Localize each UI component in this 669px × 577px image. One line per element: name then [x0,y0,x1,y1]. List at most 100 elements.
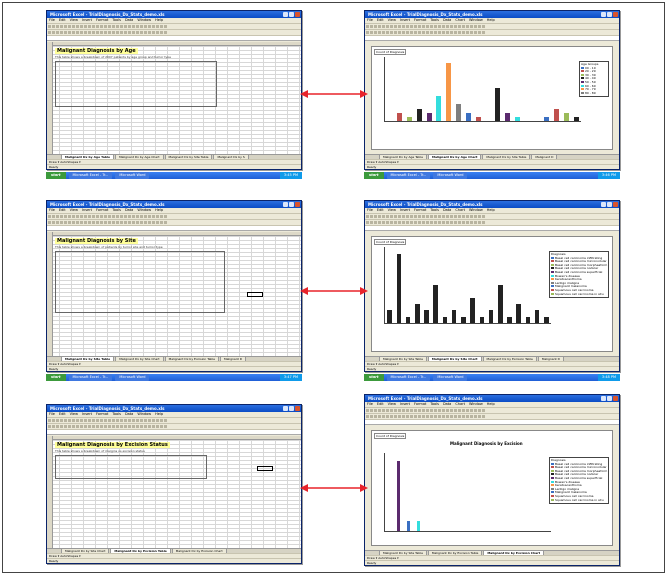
toolbar-button-icon[interactable] [136,215,139,218]
toolbar-button-icon[interactable] [60,221,63,224]
worksheet-grid[interactable]: Malignant Diagnosis by Age This table sho… [47,42,301,154]
formula-bar[interactable] [365,226,619,231]
toolbar-button-icon[interactable] [442,415,445,418]
toolbar-button-icon[interactable] [116,215,119,218]
toolbar-button-icon[interactable] [96,221,99,224]
toolbar-button-icon[interactable] [466,31,469,34]
toolbar-button-icon[interactable] [382,409,385,412]
chart-bar[interactable] [397,460,400,531]
close-icon[interactable] [613,12,618,17]
toolbar-button-icon[interactable] [72,215,75,218]
toolbar-button-icon[interactable] [390,221,393,224]
toolbar-button-icon[interactable] [478,409,481,412]
toolbar-button-icon[interactable] [112,25,115,28]
toolbar-button-icon[interactable] [386,25,389,28]
toolbar-button-icon[interactable] [56,215,59,218]
toolbar-button-icon[interactable] [466,415,469,418]
toolbar-button-icon[interactable] [414,415,417,418]
toolbar-button-icon[interactable] [402,415,405,418]
menu-item-edit[interactable]: Edit [377,18,384,22]
toolbar-button-icon[interactable] [160,221,163,224]
toolbar-button-icon[interactable] [434,415,437,418]
toolbar-button-icon[interactable] [144,419,147,422]
toolbar-button-icon[interactable] [104,215,107,218]
toolbar-button-icon[interactable] [462,409,465,412]
toolbar-button-icon[interactable] [426,25,429,28]
toolbar-button-icon[interactable] [112,221,115,224]
menu-item-help[interactable]: Help [487,208,495,212]
toolbar-button-icon[interactable] [478,31,481,34]
menu-item-format[interactable]: Format [414,18,426,22]
toolbar-button-icon[interactable] [482,221,485,224]
menu-item-help[interactable]: Help [155,208,163,212]
toolbar-button-icon[interactable] [466,25,469,28]
toolbar-button-icon[interactable] [80,215,83,218]
toolbar-button-icon[interactable] [430,415,433,418]
toolbar-button-icon[interactable] [156,419,159,422]
chart-bar[interactable] [387,310,392,323]
toolbar-button-icon[interactable] [422,415,425,418]
formula-bar[interactable] [365,36,619,41]
selected-cell[interactable] [257,466,273,471]
toolbar-button-icon[interactable] [390,409,393,412]
taskbar-task[interactable]: Microsoft Word [433,172,468,179]
menu-item-file[interactable]: File [367,402,373,406]
maximize-icon[interactable] [289,406,294,411]
toolbar-button-icon[interactable] [96,419,99,422]
toolbar-button-icon[interactable] [140,419,143,422]
toolbar-button-icon[interactable] [446,409,449,412]
toolbar-button-icon[interactable] [120,31,123,34]
toolbar-button-icon[interactable] [84,25,87,28]
toolbar-button-icon[interactable] [474,215,477,218]
start-button[interactable]: start [364,374,384,381]
toolbar-button-icon[interactable] [422,215,425,218]
menu-item-chart[interactable]: Chart [455,208,465,212]
toolbar-button-icon[interactable] [60,25,63,28]
toolbar-button-icon[interactable] [68,419,71,422]
toolbar-button-icon[interactable] [394,221,397,224]
window-title-bar[interactable]: Microsoft Excel - TrialDiagnosis_Dx_Stat… [47,201,301,208]
toolbar-button-icon[interactable] [370,31,373,34]
toolbar-button-icon[interactable] [136,221,139,224]
toolbar-button-icon[interactable] [152,221,155,224]
chart-bar[interactable] [479,316,485,323]
toolbar-button-icon[interactable] [382,31,385,34]
toolbar-button-icon[interactable] [164,25,167,28]
toolbar-button-icon[interactable] [56,221,59,224]
maximize-icon[interactable] [607,396,612,401]
toolbar-button-icon[interactable] [156,215,159,218]
menu-item-format[interactable]: Format [414,402,426,406]
menu-item-window[interactable]: Window [469,402,483,406]
toolbar-button-icon[interactable] [406,221,409,224]
toolbar-button-icon[interactable] [406,415,409,418]
close-icon[interactable] [613,202,618,207]
toolbar-button-icon[interactable] [152,31,155,34]
toolbar-button-icon[interactable] [402,215,405,218]
toolbar-button-icon[interactable] [422,25,425,28]
chart-bar[interactable] [442,316,448,323]
toolbar-button-icon[interactable] [442,31,445,34]
menu-item-chart[interactable]: Chart [455,18,465,22]
toolbar-button-icon[interactable] [148,25,151,28]
toolbar-button-icon[interactable] [374,221,377,224]
minimize-icon[interactable] [601,396,606,401]
toolbar-button-icon[interactable] [120,419,123,422]
chart-legend[interactable]: Diagnosis Basal cell carcinoma infiltrati… [549,457,609,505]
menu-item-format[interactable]: Format [96,412,108,416]
toolbar-button-icon[interactable] [366,215,369,218]
toolbar-button-icon[interactable] [100,215,103,218]
toolbar-button-icon[interactable] [430,409,433,412]
toolbar-button-icon[interactable] [92,31,95,34]
chart-bar[interactable] [470,297,475,323]
toolbar-button-icon[interactable] [390,415,393,418]
toolbar-button-icon[interactable] [442,409,445,412]
toolbar-button-icon[interactable] [80,31,83,34]
menu-item-window[interactable]: Window [137,18,151,22]
toolbar-button-icon[interactable] [390,25,393,28]
row-headers[interactable] [47,232,53,356]
toolbar-button-icon[interactable] [474,221,477,224]
toolbar-button-icon[interactable] [152,215,155,218]
toolbar-button-icon[interactable] [92,419,95,422]
toolbar-button-icon[interactable] [92,25,95,28]
chart-area[interactable]: Count of Diagnosis Malignant Diagnosis by… [371,430,613,546]
